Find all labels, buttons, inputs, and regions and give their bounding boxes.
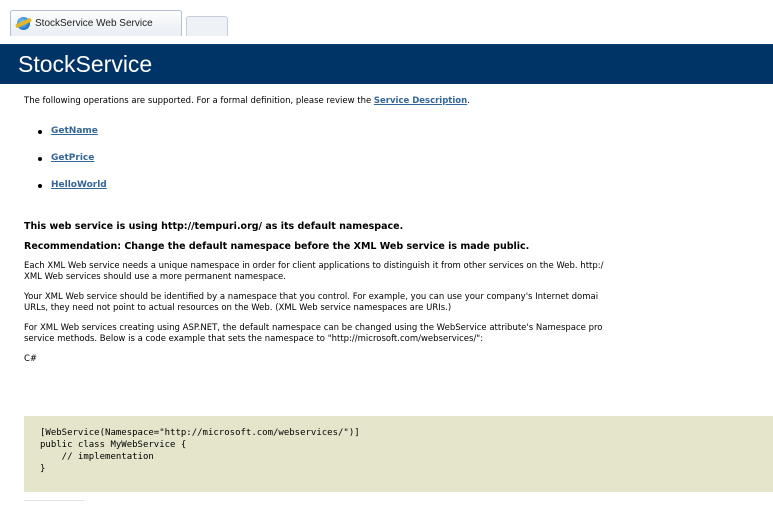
list-item: GetName bbox=[38, 118, 773, 145]
main-content: The following operations are supported. … bbox=[24, 96, 773, 365]
list-item: GetPrice bbox=[38, 145, 773, 172]
paragraph-identify-namespace: Your XML Web service should be identifie… bbox=[24, 292, 773, 314]
namespace-heading: This web service is using http://tempuri… bbox=[24, 221, 404, 232]
new-tab-button[interactable] bbox=[186, 16, 228, 36]
browser-tab[interactable]: StockService Web Service bbox=[10, 10, 182, 36]
operation-link-helloworld[interactable]: HelloWorld bbox=[51, 180, 107, 191]
list-item: HelloWorld bbox=[38, 172, 773, 199]
tab-title: StockService Web Service bbox=[35, 18, 153, 29]
bullet-icon bbox=[38, 156, 42, 161]
browser-tabstrip: StockService Web Service bbox=[0, 0, 773, 44]
ie-globe-icon bbox=[17, 17, 30, 30]
paragraph-line: XML Web services should use a more perma… bbox=[24, 272, 286, 282]
code-line: } bbox=[40, 464, 46, 474]
service-description-link[interactable]: Service Description bbox=[374, 96, 467, 106]
divider bbox=[24, 500, 84, 506]
paragraph-aspnet-namespace: For XML Web services creating using ASP.… bbox=[24, 323, 773, 345]
code-line: public class MyWebService { bbox=[40, 440, 187, 450]
operation-link-getname[interactable]: GetName bbox=[51, 126, 98, 137]
recommendation-heading: Recommendation: Change the default names… bbox=[24, 241, 530, 252]
code-language-label: C# bbox=[24, 354, 38, 364]
bullet-icon bbox=[38, 129, 42, 134]
code-line: // implementation bbox=[40, 452, 154, 462]
paragraph-line: Your XML Web service should be identifie… bbox=[24, 292, 599, 302]
intro-text: The following operations are supported. … bbox=[24, 96, 773, 107]
page-banner: StockService bbox=[0, 44, 773, 84]
intro-label: The following operations are supported. … bbox=[24, 96, 374, 106]
code-sample: [WebService(Namespace="http://microsoft.… bbox=[24, 416, 773, 492]
paragraph-line: Each XML Web service needs a unique name… bbox=[24, 261, 604, 271]
paragraph-line: For XML Web services creating using ASP.… bbox=[24, 323, 603, 333]
paragraph-line: service methods. Below is a code example… bbox=[24, 334, 484, 344]
page-title: StockService bbox=[18, 51, 153, 77]
paragraph-unique-namespace: Each XML Web service needs a unique name… bbox=[24, 261, 773, 283]
bullet-icon bbox=[38, 183, 42, 188]
code-line: [WebService(Namespace="http://microsoft.… bbox=[40, 428, 360, 438]
operation-link-getprice[interactable]: GetPrice bbox=[51, 153, 94, 164]
paragraph-line: URLs, they need not point to actual reso… bbox=[24, 303, 452, 313]
intro-period: . bbox=[467, 96, 470, 106]
operations-list: GetName GetPrice HelloWorld bbox=[38, 118, 773, 199]
